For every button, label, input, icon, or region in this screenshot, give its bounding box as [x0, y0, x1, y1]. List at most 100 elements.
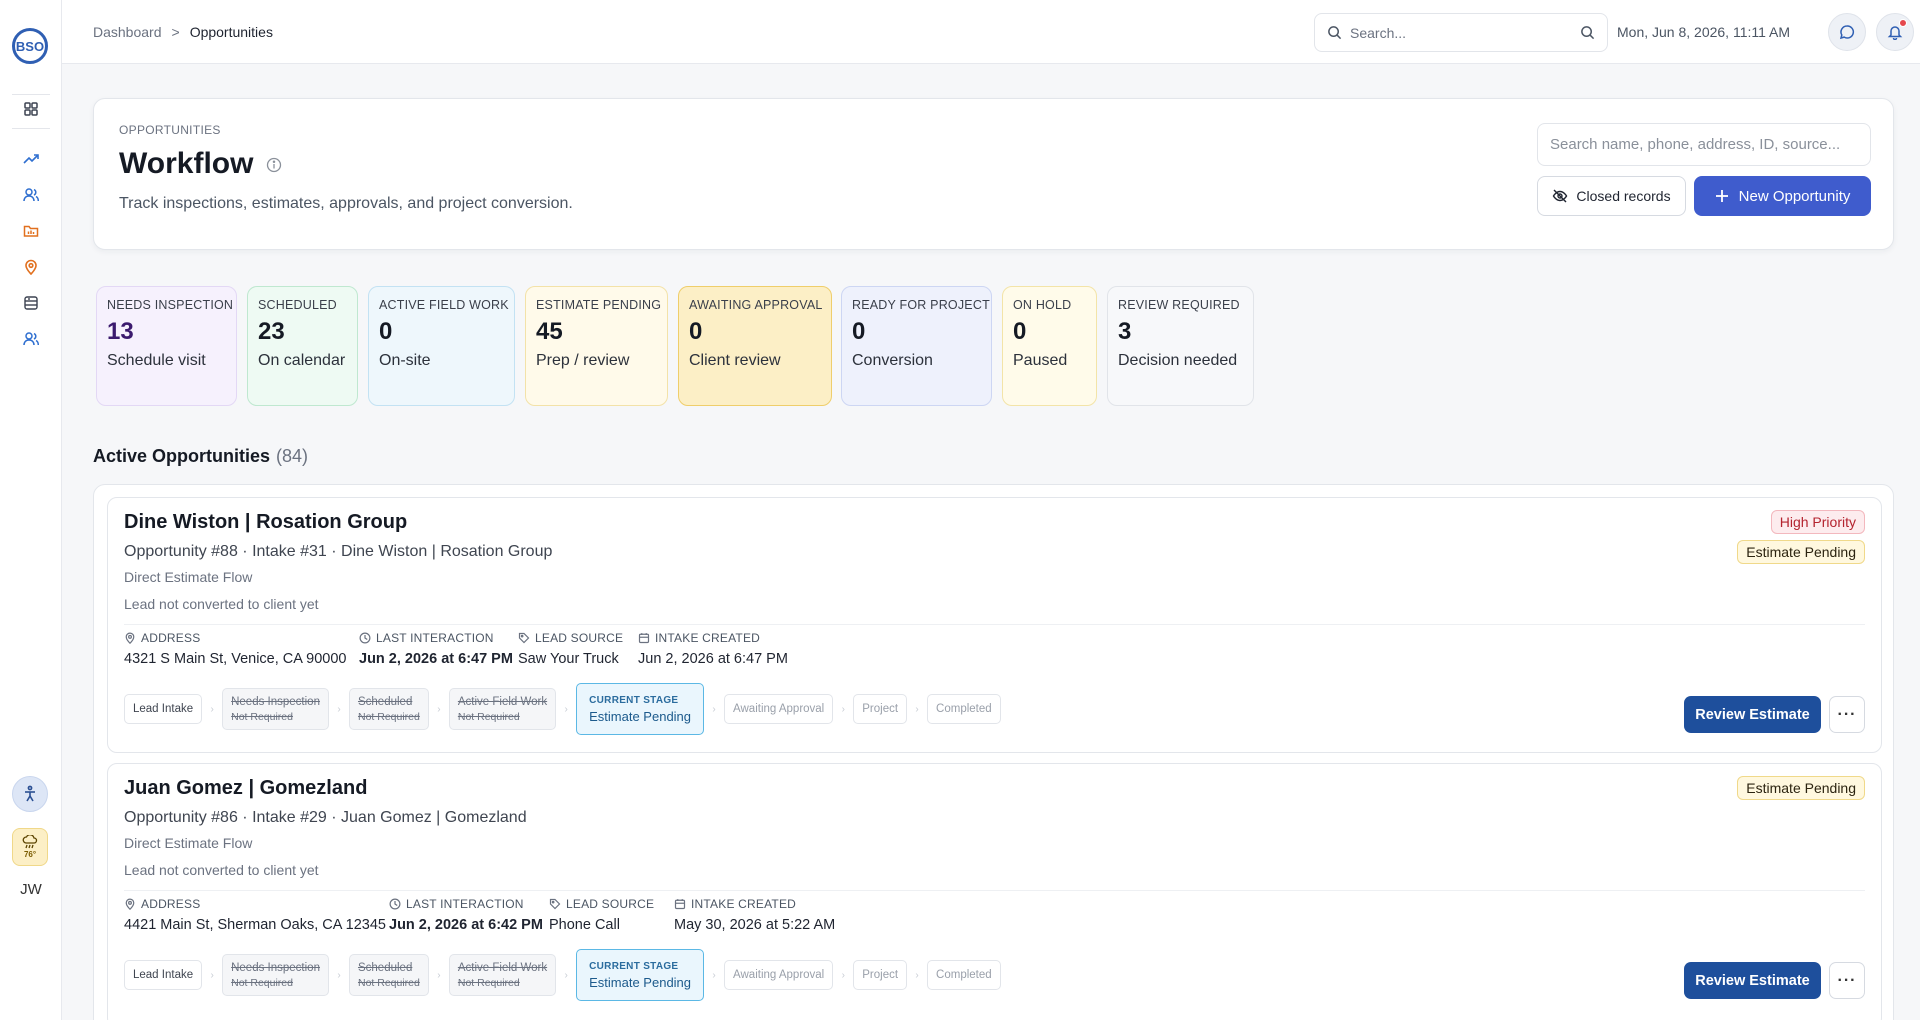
meta-address: ADDRESS 4321 S Main St, Venice, CA 90000 — [124, 631, 346, 667]
breadcrumb-dashboard-link[interactable]: Dashboard — [93, 24, 162, 40]
map-pin-icon[interactable] — [20, 256, 42, 278]
stage-note: Not Required — [457, 976, 520, 989]
stage-awaiting-approval[interactable]: Awaiting Approval — [724, 694, 834, 724]
opportunity-title[interactable]: Juan Gomez | Gomezland — [124, 777, 367, 800]
chevron-right-icon: › — [915, 703, 919, 715]
weather-widget[interactable]: 76° — [12, 828, 48, 866]
stat-card-awaiting-approval[interactable]: AWAITING APPROVAL 0 Client review — [678, 286, 832, 406]
notifications-button[interactable] — [1876, 13, 1914, 51]
stage-current-estimate-pending[interactable]: CURRENT STAGE Estimate Pending — [576, 949, 705, 1001]
map-pin-icon — [125, 898, 135, 910]
stage-completed[interactable]: Completed — [927, 694, 1001, 724]
stage-active-field-work[interactable]: Active Field Work Not Required — [448, 688, 557, 730]
chevron-right-icon: › — [337, 703, 341, 715]
stat-value: 0 — [852, 318, 866, 345]
stat-description: Paused — [1013, 352, 1068, 369]
breadcrumb: Dashboard > Opportunities — [93, 24, 273, 40]
calendar-icon — [674, 899, 686, 910]
stage-label: Lead Intake — [133, 969, 194, 981]
meta-last-interaction: LAST INTERACTION Jun 2, 2026 at 6:42 PM — [389, 897, 543, 933]
stat-value: 0 — [1013, 318, 1027, 345]
sidebar-divider — [12, 128, 50, 129]
map-pin-icon — [125, 632, 135, 644]
info-icon[interactable] — [266, 157, 282, 173]
search-submit-icon[interactable] — [1580, 25, 1595, 40]
chevron-right-icon: › — [564, 969, 568, 981]
folder-chart-icon[interactable] — [20, 220, 42, 242]
stage-needs-inspection[interactable]: Needs Inspection Not Required — [222, 688, 329, 730]
accessibility-button[interactable] — [12, 776, 48, 812]
review-estimate-button[interactable]: Review Estimate — [1684, 962, 1821, 999]
stage-lead-intake[interactable]: Lead Intake — [124, 694, 203, 724]
opportunity-search-input[interactable] — [1537, 123, 1871, 166]
brand-logo[interactable]: BSO — [12, 28, 48, 64]
closed-records-label: Closed records — [1576, 188, 1671, 204]
stage-completed[interactable]: Completed — [927, 960, 1001, 990]
current-stage-value: Estimate Pending — [589, 974, 692, 990]
stage-label: Awaiting Approval — [733, 969, 825, 981]
stat-label: SCHEDULED — [258, 298, 337, 312]
priority-badge: High Priority — [1770, 510, 1865, 534]
database-icon[interactable] — [20, 292, 42, 314]
stat-card-on-hold[interactable]: ON HOLD 0 Paused — [1002, 286, 1097, 406]
stage-project[interactable]: Project — [853, 694, 908, 724]
meta-lead-source: LEAD SOURCE Phone Call — [549, 897, 654, 933]
trending-up-icon[interactable] — [20, 148, 42, 170]
stat-card-review-required[interactable]: REVIEW REQUIRED 3 Decision needed — [1107, 286, 1254, 406]
more-options-button[interactable]: ··· — [1829, 962, 1865, 999]
stage-project[interactable]: Project — [853, 960, 908, 990]
dashboard-grid-icon[interactable] — [20, 98, 42, 120]
stage-current-estimate-pending[interactable]: CURRENT STAGE Estimate Pending — [576, 683, 705, 735]
more-options-button[interactable]: ··· — [1829, 696, 1865, 733]
breadcrumb-separator: > — [171, 24, 180, 40]
meta-value-lead-source: Phone Call — [549, 917, 620, 933]
chevron-right-icon: › — [841, 969, 845, 981]
meta-value-last-interaction: Jun 2, 2026 at 6:42 PM — [389, 917, 543, 933]
meta-value-address: 4421 Main St, Sherman Oaks, CA 12345 — [124, 917, 386, 933]
stage-label: Scheduled — [357, 961, 413, 974]
stat-card-scheduled[interactable]: SCHEDULED 23 On calendar — [247, 286, 358, 406]
notification-dot — [1899, 19, 1907, 27]
opportunity-title[interactable]: Dine Wiston | Rosation Group — [124, 511, 407, 534]
team-icon[interactable] — [20, 328, 42, 350]
stage-scheduled[interactable]: Scheduled Not Required — [348, 688, 429, 730]
opportunity-card[interactable]: Juan Gomez | Gomezland Opportunity #86 ·… — [107, 763, 1882, 1020]
review-estimate-button[interactable]: Review Estimate — [1684, 696, 1821, 733]
messages-button[interactable] — [1828, 13, 1866, 51]
chevron-right-icon: › — [437, 703, 441, 715]
stat-card-active-field-work[interactable]: ACTIVE FIELD WORK 0 On-site — [368, 286, 515, 406]
stage-note: Not Required — [357, 976, 420, 989]
opportunity-card[interactable]: Dine Wiston | Rosation Group Opportunity… — [107, 497, 1882, 753]
opportunity-flow: Direct Estimate Flow — [124, 569, 253, 585]
stage-active-field-work[interactable]: Active Field Work Not Required — [448, 954, 557, 996]
meta-label-last-interaction: LAST INTERACTION — [376, 631, 494, 645]
meta-label-last-interaction: LAST INTERACTION — [406, 897, 524, 911]
users-icon[interactable] — [20, 184, 42, 206]
stage-scheduled[interactable]: Scheduled Not Required — [348, 954, 429, 996]
current-stage-label: CURRENT STAGE — [589, 960, 679, 972]
new-opportunity-button[interactable]: New Opportunity — [1694, 176, 1871, 216]
chevron-right-icon: › — [841, 703, 845, 715]
stat-card-needs-inspection[interactable]: NEEDS INSPECTION 13 Schedule visit — [96, 286, 237, 406]
meta-value-intake-created: Jun 2, 2026 at 6:47 PM — [638, 651, 788, 667]
search-icon — [1328, 26, 1342, 40]
stage-note: Not Required — [231, 976, 293, 989]
meta-value-intake-created: May 30, 2026 at 5:22 AM — [674, 917, 836, 933]
current-stage-value: Estimate Pending — [589, 708, 692, 724]
section-title-text: Active Opportunities — [93, 446, 271, 466]
chevron-right-icon: › — [712, 703, 716, 715]
accessibility-icon — [25, 785, 35, 802]
stage-needs-inspection[interactable]: Needs Inspection Not Required — [222, 954, 329, 996]
chevron-right-icon: › — [210, 703, 214, 715]
global-search — [1314, 13, 1608, 52]
stat-value: 3 — [1118, 318, 1132, 345]
global-search-input[interactable] — [1350, 24, 1572, 41]
stage-label: Needs Inspection — [231, 695, 320, 708]
closed-records-button[interactable]: Closed records — [1537, 176, 1686, 216]
stat-card-estimate-pending[interactable]: ESTIMATE PENDING 45 Prep / review — [525, 286, 668, 406]
user-avatar[interactable]: JW — [12, 878, 50, 902]
stage-lead-intake[interactable]: Lead Intake — [124, 960, 203, 990]
stage-awaiting-approval[interactable]: Awaiting Approval — [724, 960, 834, 990]
stat-card-ready-for-project[interactable]: READY FOR PROJECT 0 Conversion — [841, 286, 992, 406]
meta-label-address: ADDRESS — [141, 897, 201, 911]
